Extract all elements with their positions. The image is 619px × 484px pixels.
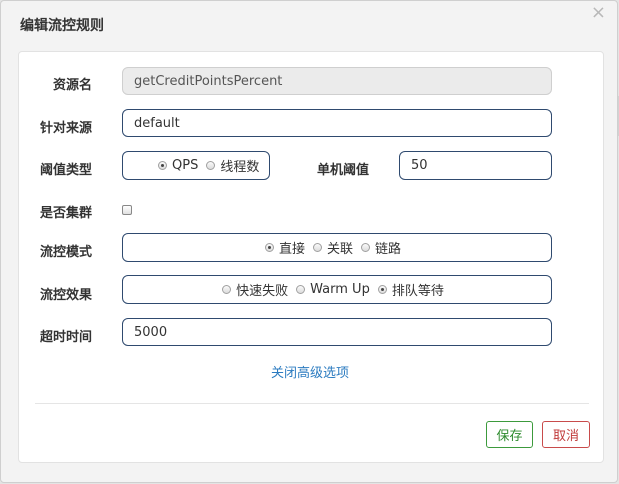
count-input[interactable]: 50 <box>399 151 552 180</box>
count-value: 50 <box>411 158 428 173</box>
timeout-value: 5000 <box>134 324 168 340</box>
grade-option-thread[interactable]: 线程数 <box>206 156 259 175</box>
cluster-label: 是否集群 <box>40 206 93 221</box>
limit-app-label: 针对来源 <box>40 121 93 136</box>
radio-unchecked-icon <box>312 243 322 252</box>
control-behavior-radio-group: 快速失败 Warm Up 排队等待 <box>122 275 552 304</box>
radio-unchecked-icon <box>206 161 216 170</box>
resource-value: getCreditPointsPercent <box>134 73 283 89</box>
count-label: 单机阈值 <box>317 163 370 178</box>
strategy-option-relate[interactable]: 关联 <box>312 238 353 257</box>
radio-checked-icon <box>377 285 387 294</box>
timeout-input[interactable]: 5000 <box>122 318 552 346</box>
grade-label: 阈值类型 <box>40 163 93 178</box>
footer-divider <box>35 403 589 404</box>
radio-unchecked-icon <box>222 285 232 294</box>
limit-app-input[interactable]: default <box>122 109 552 137</box>
grade-radio-group: QPS 线程数 <box>122 151 270 180</box>
strategy-option-direct[interactable]: 直接 <box>264 238 305 257</box>
form-panel: 资源名 getCreditPointsPercent 针对来源 default … <box>18 51 604 463</box>
radio-checked-icon <box>264 243 274 252</box>
control-behavior-label: 流控效果 <box>40 288 93 303</box>
resource-label: 资源名 <box>53 78 93 93</box>
grade-option-qps[interactable]: QPS <box>158 158 198 173</box>
limit-app-value: default <box>134 115 180 131</box>
behavior-option-fast-fail[interactable]: 快速失败 <box>222 280 288 299</box>
radio-unchecked-icon <box>296 285 306 294</box>
strategy-label: 流控模式 <box>40 245 93 260</box>
toggle-advanced-options-link[interactable]: 关闭高级选项 <box>271 362 349 381</box>
radio-unchecked-icon <box>361 243 370 252</box>
radio-checked-icon <box>158 161 167 170</box>
strategy-radio-group: 直接 关联 链路 <box>122 233 552 262</box>
strategy-option-chain[interactable]: 链路 <box>361 238 401 257</box>
timeout-label: 超时时间 <box>40 330 93 345</box>
close-icon[interactable]: × <box>591 4 606 22</box>
behavior-option-queue[interactable]: 排队等待 <box>377 280 444 299</box>
save-button[interactable]: 保存 <box>486 421 533 448</box>
edit-flow-rule-dialog: 编辑流控规则 × 资源名 getCreditPointsPercent 针对来源… <box>0 0 618 483</box>
dialog-title: 编辑流控规则 <box>20 18 104 34</box>
resource-input[interactable]: getCreditPointsPercent <box>122 67 552 95</box>
cluster-checkbox[interactable] <box>122 205 132 215</box>
dialog-header: 编辑流控规则 × <box>1 1 617 45</box>
behavior-option-warm-up[interactable]: Warm Up <box>296 282 370 297</box>
cancel-button[interactable]: 取消 <box>542 421 590 448</box>
